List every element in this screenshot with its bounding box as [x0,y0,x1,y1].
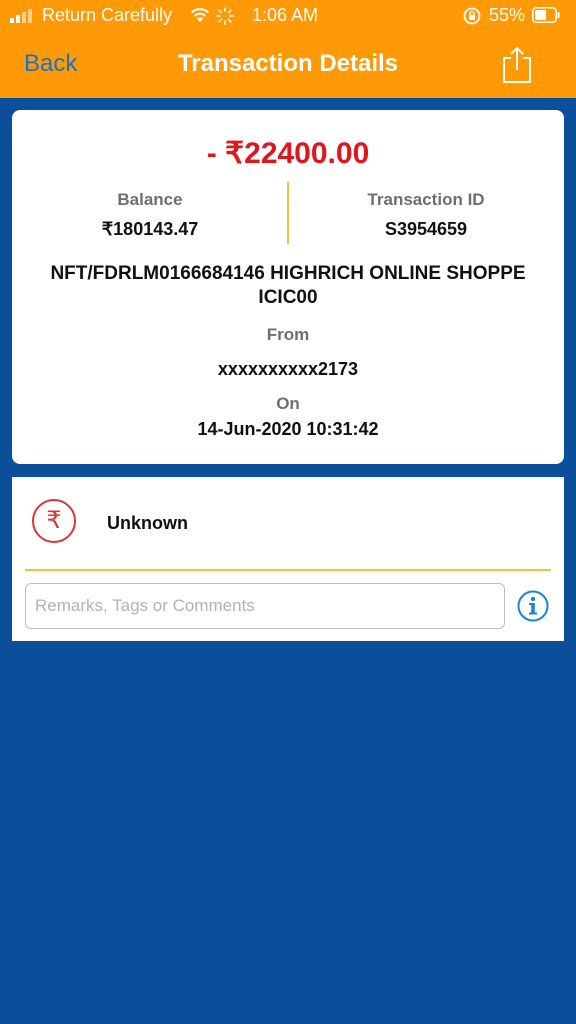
transaction-id-value: S3954659 [384,219,468,239]
balance-label: Balance [117,190,183,209]
on-label: On [276,394,300,413]
rotation-lock-icon [463,7,481,25]
signal-icon [10,9,32,23]
from-label: From [266,325,310,344]
transaction-id-block: Transaction ID S3954659 [288,190,564,240]
horizontal-divider [25,569,551,571]
activity-spinner-icon [216,7,234,25]
battery-icon [532,7,560,23]
status-bar: Return Carefully 1:06 AM 55% [0,0,576,32]
status-time: 1:06 AM [252,5,319,25]
rupee-icon[interactable]: ₹ [32,499,76,543]
remarks-input[interactable] [25,583,505,629]
back-button[interactable]: Back [24,50,77,78]
balance-value: ₹180143.47 [101,219,199,239]
category-label[interactable]: Unknown [107,513,188,534]
battery-percent: 55% [489,5,526,25]
carrier-name: Return Carefully [42,5,173,25]
category-remarks-card: ₹ Unknown [12,477,564,641]
transaction-datetime: 14-Jun-2020 10:31:42 [197,419,379,439]
share-icon[interactable] [500,44,534,84]
top-bar: Return Carefully 1:06 AM 55% Back Transa… [0,0,576,98]
from-account: xxxxxxxxxx2173 [217,359,359,379]
transaction-description: NFT/FDRLM0166684146 HIGHRICH ONLINE SHOP… [50,263,526,308]
balance-block: Balance ₹180143.47 [12,190,288,240]
nav-bar: Back Transaction Details [0,38,576,92]
info-icon[interactable] [517,590,549,622]
transaction-amount: - ₹22400.00 [206,137,370,170]
wifi-icon [190,8,210,22]
page-title: Transaction Details [177,50,399,77]
transaction-summary-card: - ₹22400.00 Balance ₹180143.47 Transacti… [12,110,564,464]
transaction-id-label: Transaction ID [367,190,485,209]
